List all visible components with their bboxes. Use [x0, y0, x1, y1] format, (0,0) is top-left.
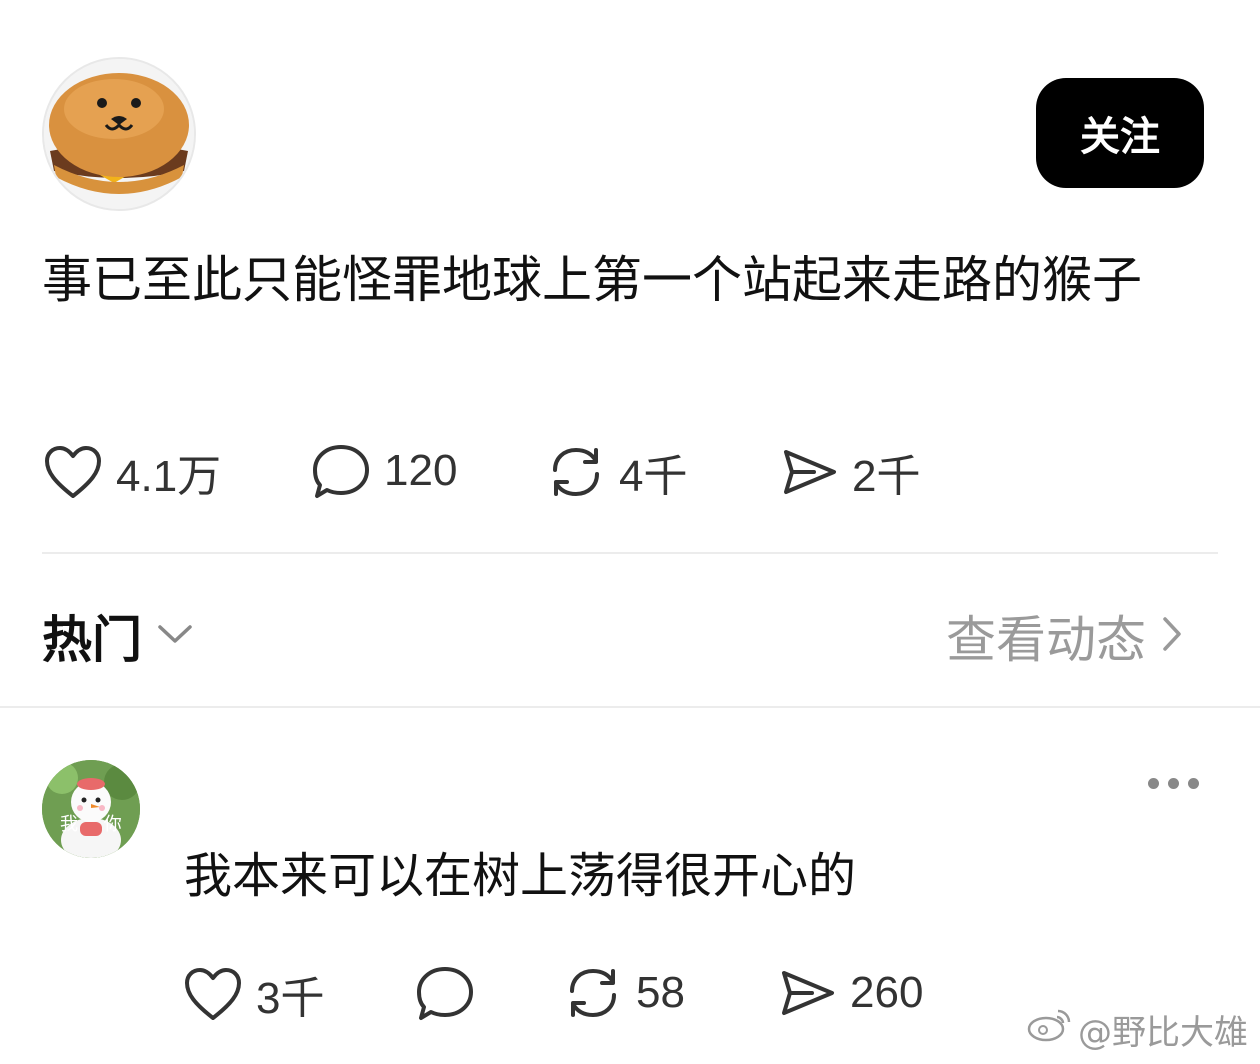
comment-repost-count: 58 — [636, 968, 685, 1017]
heart-icon — [182, 963, 244, 1025]
chevron-down-icon — [156, 622, 194, 650]
section-divider — [0, 706, 1260, 708]
comment-reply-button[interactable] — [414, 962, 488, 1024]
repost-button[interactable]: 4千 — [545, 440, 687, 504]
comment-icon — [414, 962, 476, 1024]
comment-button[interactable]: 120 — [310, 440, 457, 502]
like-count: 4.1万 — [116, 452, 222, 501]
comment-icon — [310, 440, 372, 502]
burger-avatar-image — [44, 59, 194, 209]
repost-count: 4千 — [619, 452, 688, 501]
view-activity-link[interactable]: 查看动态 — [946, 600, 1184, 672]
comment-repost-button[interactable]: 58 — [562, 962, 685, 1024]
watermark: @野比大雄 — [1026, 1005, 1248, 1054]
sort-label: 热门 — [42, 611, 142, 669]
commenter-avatar[interactable]: 我 你 — [42, 760, 140, 858]
share-icon — [776, 962, 838, 1024]
comment-like-count: 3千 — [256, 974, 325, 1023]
share-button[interactable]: 2千 — [778, 440, 920, 504]
comment-share-count: 260 — [850, 968, 924, 1017]
more-icon — [1148, 778, 1159, 789]
share-icon — [778, 441, 840, 503]
repost-icon — [545, 441, 607, 503]
comment-text: 我本来可以在树上荡得很开心的 — [184, 848, 857, 904]
comment-count: 120 — [384, 446, 458, 495]
sort-hot-dropdown[interactable]: 热门 — [42, 600, 194, 672]
watermark-text: @野比大雄 — [1078, 1013, 1248, 1053]
view-activity-label: 查看动态 — [946, 611, 1146, 669]
like-button[interactable]: 4.1万 — [42, 440, 221, 504]
chevron-right-icon — [1160, 615, 1184, 657]
weibo-icon — [1026, 1007, 1072, 1052]
follow-button[interactable]: 关注 — [1036, 78, 1204, 188]
share-count: 2千 — [852, 452, 921, 501]
avatar-text: 我 你 — [60, 814, 132, 835]
post-text: 事已至此只能怪罪地球上第一个站起来走路的猴子 — [42, 251, 1142, 309]
author-avatar[interactable] — [42, 57, 196, 211]
divider — [42, 552, 1218, 554]
heart-icon — [42, 441, 104, 503]
more-options-button[interactable] — [1148, 778, 1199, 789]
comment-share-button[interactable]: 260 — [776, 962, 923, 1024]
repost-icon — [562, 962, 624, 1024]
snowman-avatar-image — [42, 760, 140, 858]
comment-like-button[interactable]: 3千 — [182, 962, 324, 1026]
